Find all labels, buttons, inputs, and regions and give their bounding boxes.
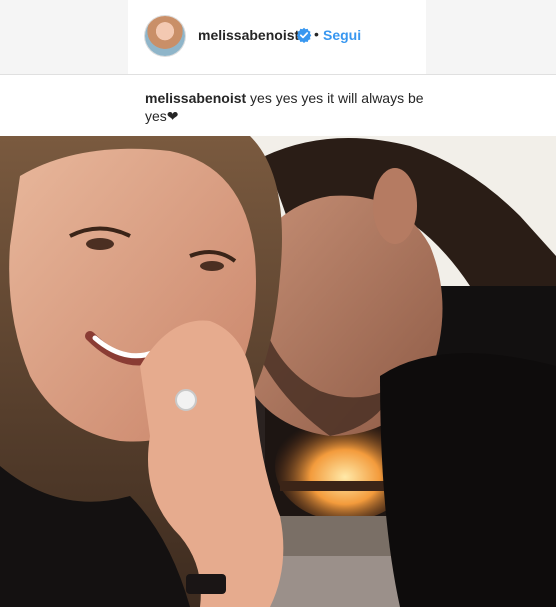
caption-username[interactable]: melissabenoist: [145, 90, 246, 106]
post-photo[interactable]: [0, 136, 556, 607]
follow-button[interactable]: Segui: [323, 27, 361, 43]
post-caption: melissabenoist yes yes yes it will alway…: [145, 89, 435, 125]
photo-illustration: [0, 136, 556, 607]
username-link[interactable]: melissabenoist: [198, 27, 299, 43]
verified-badge-icon: [296, 27, 312, 43]
separator-dot: •: [314, 26, 319, 42]
post-header: melissabenoist • Segui: [128, 0, 426, 74]
avatar[interactable]: [145, 16, 185, 56]
